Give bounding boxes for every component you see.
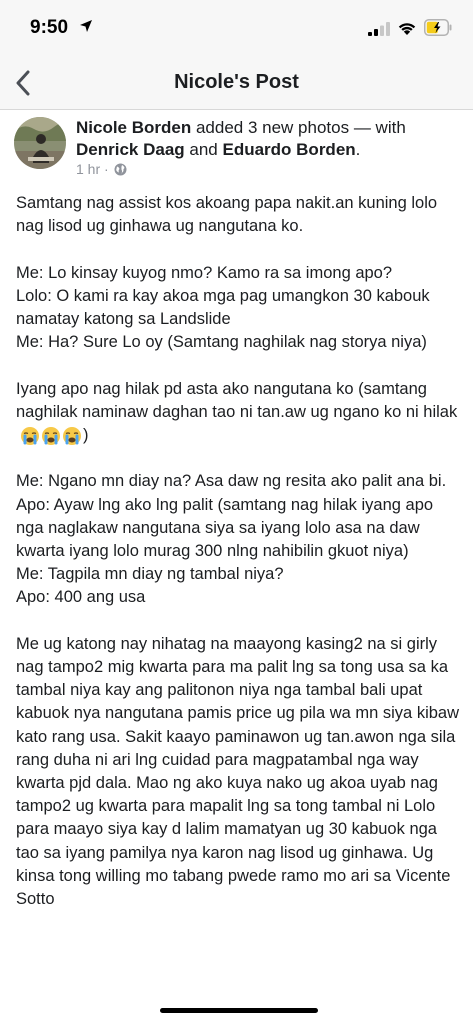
status-time: 9:50	[30, 17, 69, 38]
post-and: and	[184, 140, 223, 159]
post-action: added 3 new photos — with	[191, 118, 406, 137]
tagged-user-2[interactable]: Eduardo Borden	[222, 140, 355, 159]
status-bar: 9:50	[0, 0, 473, 56]
post-paragraph-1: Samtang nag assist kos akoang papa nakit…	[16, 194, 438, 236]
post-paragraph-2: Me: Lo kinsay kuyog nmo? Kamo ra sa imon…	[16, 263, 430, 352]
cellular-signal-icon	[368, 22, 390, 36]
post-body: Samtang nag assist kos akoang papa nakit…	[16, 192, 462, 934]
navigation-bar: Nicole's Post	[0, 56, 473, 110]
post-period: .	[355, 140, 361, 159]
post-paragraph-3-text: Iyang apo nag hilak pd asta ako nangutan…	[16, 379, 458, 421]
crying-emoji-group	[20, 426, 83, 446]
post-header-text: Nicole Borden added 3 new photos — with …	[76, 117, 464, 161]
author-name[interactable]: Nicole Borden	[76, 118, 191, 137]
globe-icon	[114, 163, 127, 175]
loudly-crying-face-emoji	[63, 426, 81, 445]
wifi-icon	[398, 23, 416, 35]
battery-icon	[424, 19, 452, 36]
home-indicator[interactable]	[160, 1008, 318, 1013]
post-paragraph-4: Me: Ngano mn diay na? Asa daw ng resita …	[16, 472, 447, 607]
post-header: Nicole Borden added 3 new photos — with …	[14, 117, 464, 181]
post-paragraph-3-close: )	[83, 426, 89, 444]
avatar[interactable]	[14, 117, 66, 169]
post-paragraph-5: Me ug katong nay nihatag na maayong kasi…	[16, 634, 460, 909]
loudly-crying-face-emoji	[21, 426, 39, 445]
avatar-photo	[14, 117, 66, 169]
tagged-user-1[interactable]: Denrick Daag	[76, 140, 185, 159]
post-time[interactable]: 1 hr ·	[76, 161, 109, 177]
post-paragraph-3: Iyang apo nag hilak pd asta ako nangutan…	[16, 378, 462, 448]
location-arrow-icon	[80, 20, 92, 32]
page-title: Nicole's Post	[174, 71, 299, 93]
post-meta: 1 hr ·	[76, 161, 127, 177]
loudly-crying-face-emoji	[42, 426, 60, 445]
